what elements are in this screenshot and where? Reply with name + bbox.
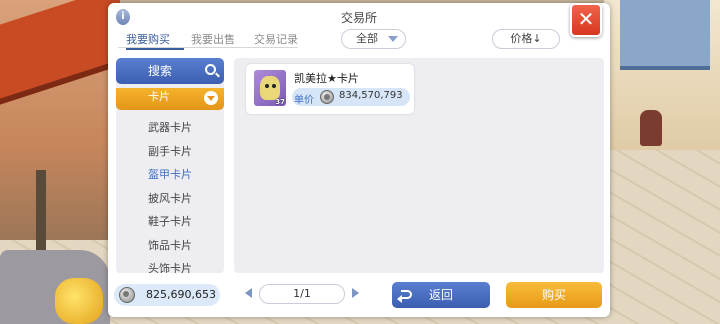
tab-sell[interactable]: 我要出售	[191, 31, 235, 47]
category-item-offhand-card[interactable]: 副手卡片	[116, 140, 224, 164]
chevron-down-icon	[388, 36, 398, 42]
category-item-weapon-card[interactable]: 武器卡片	[116, 116, 224, 140]
prev-page-icon[interactable]	[245, 288, 252, 298]
next-page-icon[interactable]	[352, 288, 359, 298]
unit-price-value: 834,570,793	[339, 90, 403, 101]
balance-value: 825,690,653	[146, 288, 216, 301]
category-list: 武器卡片 副手卡片 盔甲卡片 披风卡片 鞋子卡片 饰品卡片 头饰卡片	[116, 116, 224, 273]
tower-right	[620, 0, 710, 70]
search-icon	[205, 64, 216, 75]
card-art	[260, 76, 280, 100]
back-button-label: 返回	[428, 288, 453, 302]
category-item-accessory-card[interactable]: 饰品卡片	[116, 234, 224, 258]
search-button-label: 搜索	[148, 64, 173, 78]
exchange-window: i 交易所 ✕ 我要购买 我要出售 交易记录 全部 价格↓ 搜索 卡片 武器卡片…	[108, 3, 610, 317]
chimera-card-icon: 37	[254, 70, 286, 106]
item-name: 凯美拉★卡片	[294, 72, 359, 85]
category-item-shoes-card[interactable]: 鞋子卡片	[116, 210, 224, 234]
category-item-armor-card[interactable]: 盔甲卡片	[116, 163, 224, 187]
return-icon	[397, 290, 412, 303]
chevron-down-icon	[204, 91, 218, 105]
page-indicator[interactable]: 1/1	[259, 284, 345, 304]
category-item-headgear-card[interactable]: 头饰卡片	[116, 257, 224, 273]
zeny-coin-icon	[320, 90, 334, 104]
street-lamp	[36, 170, 46, 250]
tab-divider	[118, 47, 298, 48]
card-art-eye	[272, 84, 276, 88]
category-sidebar: 搜索 卡片 武器卡片 副手卡片 盔甲卡片 披风卡片 鞋子卡片 饰品卡片 头饰卡片	[116, 58, 224, 273]
unit-price-label: 单价	[294, 95, 314, 106]
window-title: 交易所	[340, 11, 377, 25]
buy-button[interactable]: 购买	[506, 282, 602, 308]
golden-statue	[55, 278, 103, 324]
zeny-coin-icon	[119, 287, 135, 303]
close-icon: ✕	[577, 7, 595, 31]
filter-dropdown[interactable]: 全部	[341, 29, 406, 49]
tab-buy[interactable]: 我要购买	[126, 31, 170, 47]
sort-price-button[interactable]: 价格↓	[492, 29, 560, 49]
category-dropdown[interactable]: 卡片	[116, 88, 224, 110]
back-button[interactable]: 返回	[392, 282, 490, 308]
listing-area: 37 凯美拉★卡片 单价 834,570,793	[234, 58, 604, 273]
balance-display: 825,690,653	[114, 284, 220, 306]
close-button[interactable]: ✕	[570, 3, 602, 37]
tab-history[interactable]: 交易记录	[254, 31, 298, 47]
card-art-eye	[265, 84, 269, 88]
price-pill: 单价 834,570,793	[292, 88, 410, 106]
npc-character[interactable]	[640, 110, 662, 146]
search-button[interactable]: 搜索	[116, 58, 224, 84]
item-count: 37	[275, 98, 285, 106]
listing-card[interactable]: 37 凯美拉★卡片 单价 834,570,793	[246, 64, 414, 114]
category-item-cloak-card[interactable]: 披风卡片	[116, 187, 224, 211]
category-dropdown-value: 卡片	[148, 90, 170, 103]
filter-dropdown-value: 全部	[356, 32, 378, 45]
active-tab-indicator	[126, 48, 184, 50]
